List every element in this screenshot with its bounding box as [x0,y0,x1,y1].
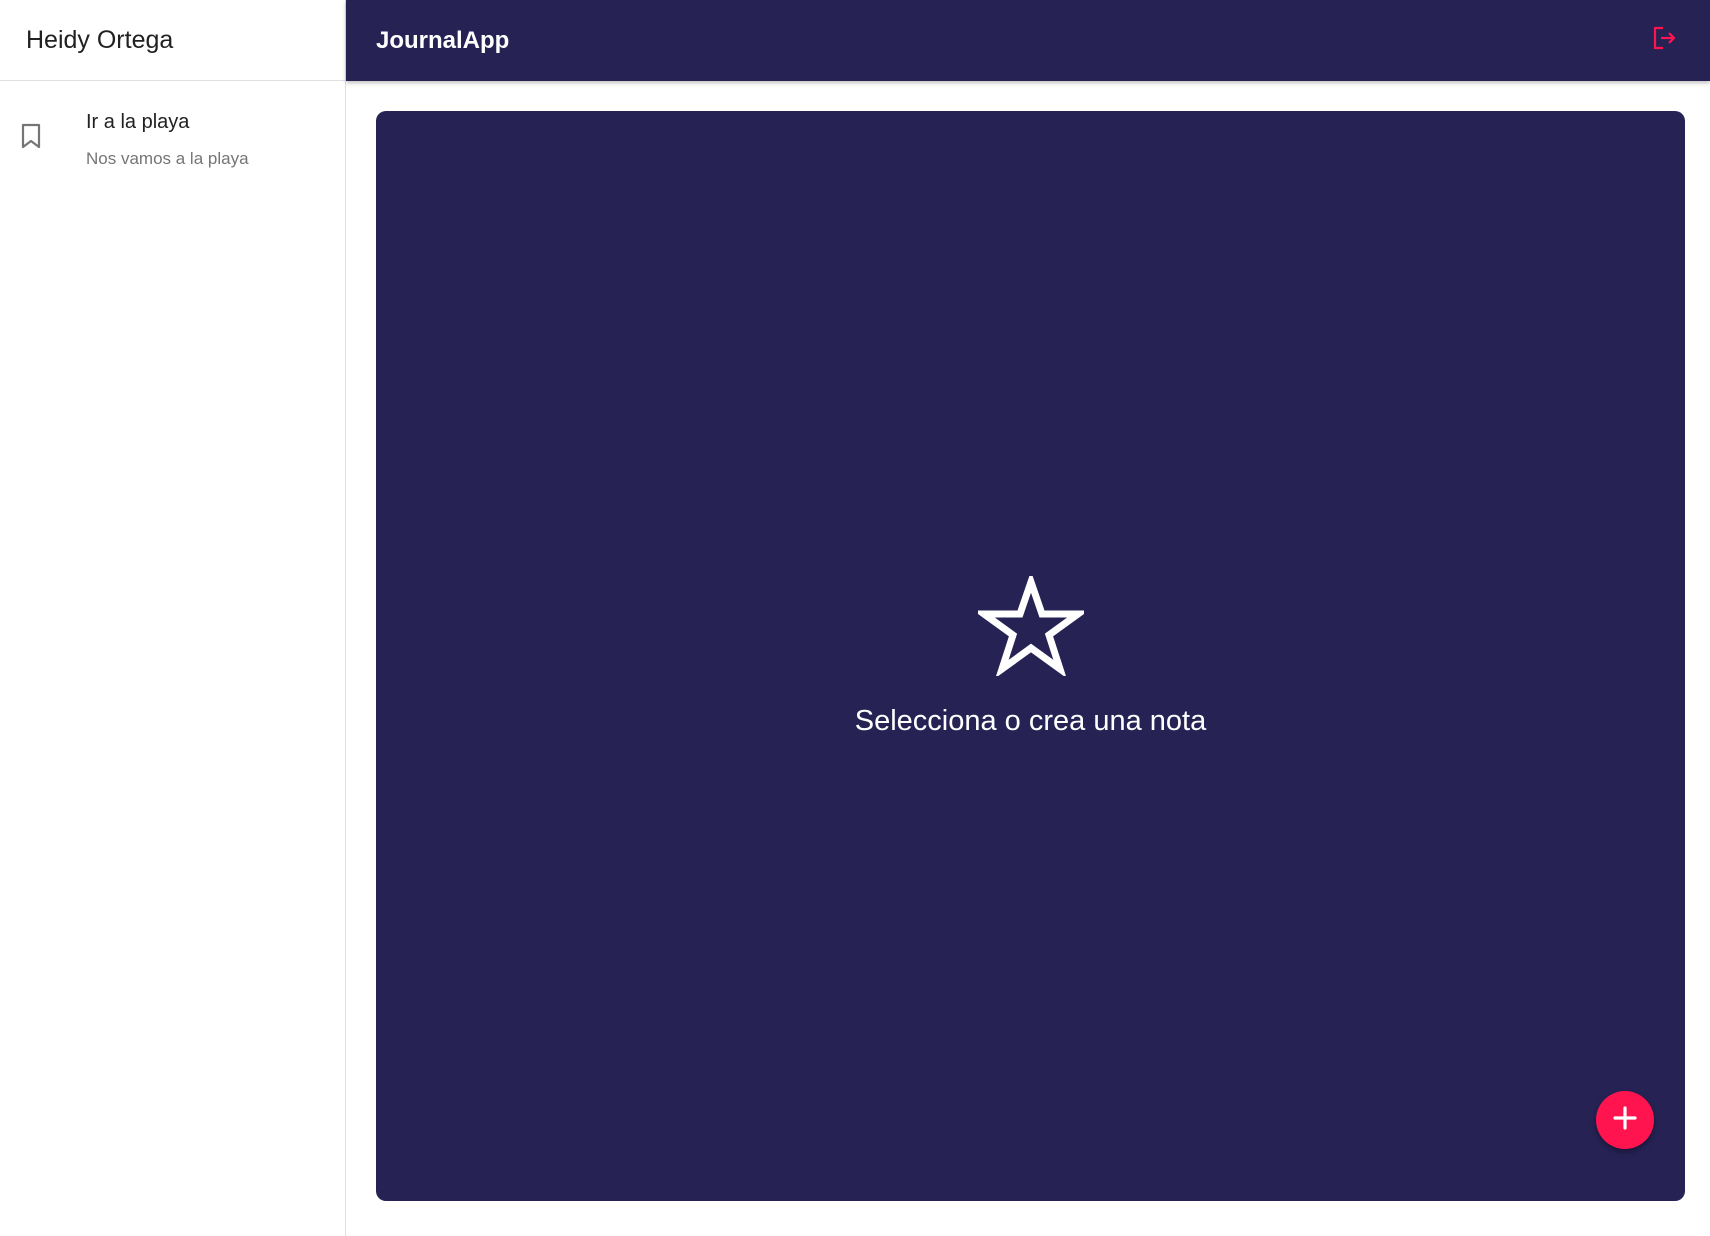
sidebar-header: Heidy Ortega [0,0,345,81]
add-icon [1611,1104,1639,1137]
logout-icon [1651,25,1677,56]
sidebar: Heidy Ortega Ir a la playa Nos vamos a l… [0,0,346,1236]
empty-state-message: Selecciona o crea una nota [854,705,1207,737]
empty-state: Selecciona o crea una nota [376,571,1685,738]
main-content: Selecciona o crea una nota [346,81,1710,1236]
user-name: Heidy Ortega [26,25,174,54]
bookmark-icon [19,122,43,150]
nothing-selected-panel: Selecciona o crea una nota [376,111,1685,1201]
logout-button[interactable] [1644,21,1684,61]
app-title: JournalApp [376,26,510,54]
note-title: Ir a la playa [86,111,190,133]
star-icon [972,571,1089,681]
add-note-button[interactable] [1596,1091,1654,1149]
sidebar-note-item[interactable]: Ir a la playa Nos vamos a la playa [0,89,345,189]
note-body: Nos vamos a la playa [86,149,249,168]
app-bar: JournalApp [346,0,1710,81]
